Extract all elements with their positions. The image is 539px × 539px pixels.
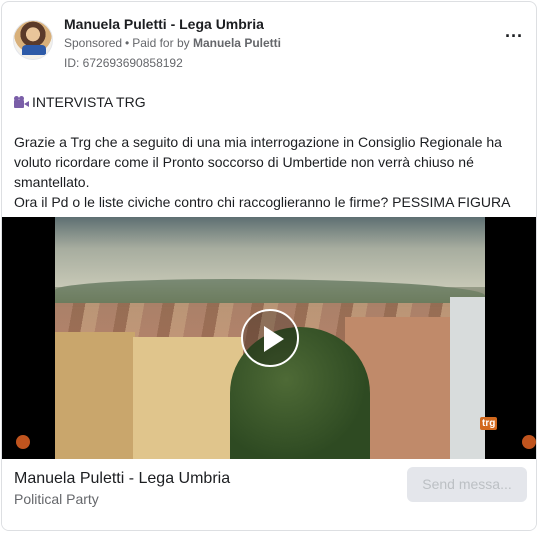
paid-for-label: Paid for by	[132, 36, 190, 50]
play-icon[interactable]	[241, 309, 299, 367]
sponsored-label: Sponsored	[64, 36, 123, 50]
sponsored-meta: Sponsored • Paid for by Manuela Puletti	[64, 36, 281, 50]
paid-for-name: Manuela Puletti	[192, 36, 281, 50]
post-label: INTERVISTA TRG	[14, 92, 514, 112]
post-text: INTERVISTA TRG Grazie a Trg che a seguit…	[14, 92, 514, 212]
video-camera-icon	[14, 96, 30, 108]
ellipsis-icon[interactable]: ···	[501, 27, 527, 55]
corner-icon-left	[16, 435, 30, 449]
corner-icon-right	[522, 435, 536, 449]
footer-page-name[interactable]: Manuela Puletti - Lega Umbria	[14, 470, 230, 488]
send-message-button[interactable]: Send messa...	[407, 467, 527, 502]
avatar[interactable]	[13, 20, 53, 60]
trg-watermark: trg	[480, 417, 498, 430]
post-header: Manuela Puletti - Lega Umbria Sponsored •…	[13, 13, 527, 73]
ad-card: Manuela Puletti - Lega Umbria Sponsored •…	[1, 1, 537, 531]
post-body-paragraph-1: Grazie a Trg che a seguito di una mia in…	[14, 134, 502, 190]
post-body-paragraph-2: Ora il Pd o le liste civiche contro chi …	[14, 194, 511, 210]
cta-footer: Manuela Puletti - Lega Umbria Political …	[2, 459, 536, 530]
footer-category: Political Party	[14, 491, 99, 507]
post-label-text: INTERVISTA TRG	[32, 94, 146, 110]
page-name[interactable]: Manuela Puletti - Lega Umbria	[64, 16, 264, 32]
ad-id: ID: 672693690858192	[64, 56, 183, 70]
video-player[interactable]: trg	[2, 217, 536, 459]
